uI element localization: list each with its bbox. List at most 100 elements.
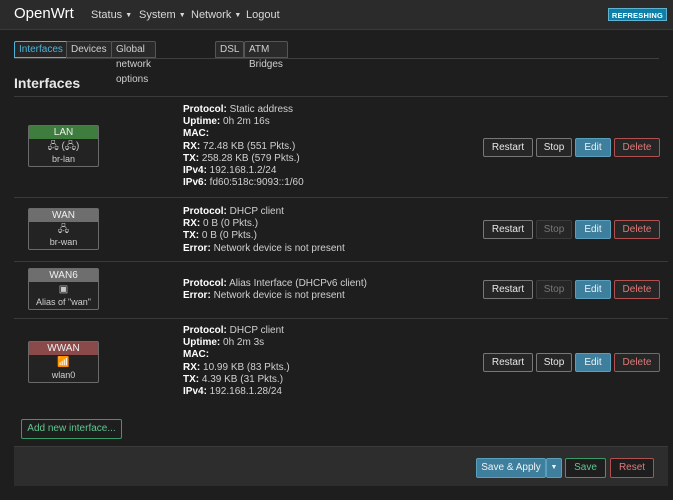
reset-button[interactable]: Reset — [610, 458, 654, 478]
save-button[interactable]: Save — [565, 458, 606, 478]
info-key: Error: — [183, 242, 211, 254]
network-port-icon: 🖧 (🖧) — [47, 141, 80, 152]
info-value: 10.99 KB (83 Pkts.) — [200, 361, 290, 373]
info-key: IPv6: — [183, 177, 207, 189]
info-key: IPv4: — [183, 386, 207, 398]
delete-button[interactable]: Delete — [614, 220, 660, 239]
info-key: TX: — [183, 373, 200, 385]
info-value: Network device is not present — [210, 290, 345, 302]
info-key: Uptime: — [183, 116, 221, 128]
interface-info-wan6: Protocol: Alias Interface (DHCPv6 client… — [183, 278, 367, 302]
row-divider — [14, 261, 668, 262]
info-value: fd60:518c:9093::1/60 — [206, 177, 304, 189]
delete-button[interactable]: Delete — [614, 280, 660, 299]
section-divider — [14, 96, 668, 97]
interface-info-wwan: Protocol: DHCP client Uptime: 0h 2m 3s M… — [183, 325, 290, 398]
alias-icon: ▣ — [58, 284, 69, 295]
interface-name: WAN6 — [29, 269, 98, 282]
interface-badge-wan: WAN 🖧 br-wan — [28, 208, 99, 250]
tab-divider — [14, 58, 659, 59]
info-key: TX: — [183, 152, 200, 164]
restart-button[interactable]: Restart — [483, 353, 533, 372]
interface-name: WWAN — [29, 342, 98, 355]
info-key: TX: — [183, 230, 200, 242]
wireless-icon: 📶 — [57, 357, 70, 368]
menu-network[interactable]: Network ▼ — [191, 9, 241, 21]
interface-device: br-wan — [49, 237, 78, 247]
info-value: 192.168.1.2/24 — [206, 165, 277, 177]
edit-button[interactable]: Edit — [575, 220, 611, 239]
info-key: Protocol: — [183, 325, 227, 336]
interface-badge-wwan: WWAN 📶 wlan0 — [28, 341, 99, 383]
info-key: Uptime: — [183, 337, 221, 349]
info-value: 0h 2m 16s — [220, 116, 270, 128]
interface-device: Alias of "wan" — [36, 297, 91, 307]
tab-global-network-options[interactable]: Global network options — [111, 41, 157, 85]
info-key: IPv4: — [183, 165, 207, 177]
interface-badge-wan6: WAN6 ▣ Alias of "wan" — [28, 268, 99, 310]
top-navbar: OpenWrt Status ▼ System ▼ Network ▼ Logout … — [0, 0, 673, 30]
tab-dsl[interactable]: DSL — [215, 41, 245, 58]
interface-name: WAN — [29, 209, 98, 222]
menu-network-label: Network — [191, 9, 232, 21]
restart-button[interactable]: Restart — [483, 138, 533, 157]
tab-interfaces[interactable]: Interfaces — [14, 41, 68, 58]
info-value: 4.39 KB (31 Pkts.) — [199, 373, 284, 385]
interface-info-wan: Protocol: DHCP client RX: 0 B (0 Pkts.) … — [183, 206, 345, 255]
interface-badge-lan: LAN 🖧 (🖧) br-lan — [28, 125, 99, 167]
info-value: Network device is not present — [210, 242, 345, 254]
info-key: Protocol: — [183, 206, 227, 217]
info-key: Error: — [183, 290, 211, 302]
info-value: 0h 2m 3s — [220, 337, 265, 349]
chevron-down-icon: ▼ — [125, 12, 133, 19]
info-key: RX: — [183, 218, 201, 230]
row-divider — [14, 197, 668, 198]
info-value: 258.28 KB (579 Pkts.) — [199, 152, 300, 164]
interface-info-lan: Protocol: Static address Uptime: 0h 2m 1… — [183, 104, 304, 189]
info-value: Alias Interface (DHCPv6 client) — [226, 278, 367, 289]
menu-system-label: System — [139, 9, 176, 21]
menu-logout[interactable]: Logout — [246, 9, 280, 21]
interface-device: br-lan — [51, 154, 75, 164]
info-value: 72.48 KB (551 Pkts.) — [200, 140, 296, 152]
stop-button[interactable]: Stop — [536, 280, 572, 299]
stop-button[interactable]: Stop — [536, 138, 572, 157]
info-value: 0 B (0 Pkts.) — [200, 218, 259, 230]
info-key: MAC: — [183, 349, 210, 361]
interface-device: wlan0 — [51, 370, 76, 380]
chevron-down-icon: ▼ — [178, 12, 186, 19]
menu-status[interactable]: Status ▼ — [91, 9, 132, 21]
tab-atm-bridges[interactable]: ATM Bridges — [244, 41, 288, 70]
menu-system[interactable]: System ▼ — [139, 9, 186, 21]
info-key: Protocol: — [183, 278, 227, 289]
delete-button[interactable]: Delete — [614, 353, 660, 372]
restart-button[interactable]: Restart — [483, 220, 533, 239]
delete-button[interactable]: Delete — [614, 138, 660, 157]
menu-status-label: Status — [91, 9, 123, 21]
info-value: Static address — [226, 104, 294, 115]
interface-name: LAN — [29, 126, 98, 139]
info-value: 192.168.1.28/24 — [206, 386, 282, 398]
tab-devices[interactable]: Devices — [66, 41, 112, 58]
edit-button[interactable]: Edit — [575, 138, 611, 157]
save-apply-dropdown[interactable]: ▼ — [546, 458, 562, 478]
info-key: Protocol: — [183, 104, 227, 115]
save-apply-button[interactable]: Save & Apply — [476, 458, 546, 478]
edit-button[interactable]: Edit — [575, 280, 611, 299]
info-key: RX: — [183, 140, 201, 152]
info-value: DHCP client — [226, 206, 284, 217]
add-interface-button[interactable]: Add new interface... — [21, 419, 122, 439]
stop-button[interactable]: Stop — [536, 220, 572, 239]
edit-button[interactable]: Edit — [575, 353, 611, 372]
refreshing-badge[interactable]: REFRESHING — [607, 8, 667, 21]
brand-logo[interactable]: OpenWrt — [14, 5, 74, 22]
stop-button[interactable]: Stop — [536, 353, 572, 372]
page-title: Interfaces — [14, 75, 81, 91]
chevron-down-icon: ▼ — [234, 12, 242, 19]
chevron-down-icon: ▼ — [550, 464, 558, 471]
info-key: RX: — [183, 361, 201, 373]
restart-button[interactable]: Restart — [483, 280, 533, 299]
info-key: MAC: — [183, 128, 210, 140]
row-divider — [14, 318, 668, 319]
info-value: 0 B (0 Pkts.) — [199, 230, 257, 242]
